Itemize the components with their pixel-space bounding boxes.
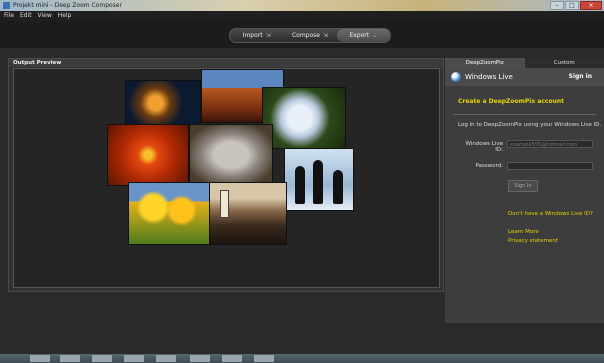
- password-field[interactable]: [507, 162, 593, 170]
- koala-photo[interactable]: [189, 124, 273, 186]
- sign-in-link[interactable]: Sign in: [569, 68, 592, 86]
- hydrangeas-photo[interactable]: [262, 87, 346, 149]
- export-mode-button[interactable]: Export ⌄: [336, 29, 390, 42]
- lighthouse-photo[interactable]: [209, 182, 287, 245]
- menu-edit[interactable]: Edit: [20, 12, 32, 19]
- app-icon: [3, 2, 10, 9]
- minimize-icon[interactable]: –: [550, 1, 564, 10]
- menu-file[interactable]: File: [4, 12, 14, 19]
- sign-in-button[interactable]: Sign In: [508, 180, 538, 192]
- window-titlebar: Projekt mini - Deep Zoom Composer – □ ×: [0, 0, 604, 11]
- import-icon: ⇲: [265, 32, 271, 39]
- chrysanthemum-photo[interactable]: [107, 124, 189, 186]
- taskbar-item[interactable]: [30, 355, 50, 362]
- compose-mode-button[interactable]: Compose ⇲: [283, 29, 336, 42]
- window-title: Projekt mini - Deep Zoom Composer: [13, 2, 122, 9]
- tab-deepzoompix[interactable]: DeepZoomPix: [445, 58, 525, 68]
- maximize-icon[interactable]: □: [565, 1, 579, 10]
- output-preview-header: Output Preview: [9, 59, 443, 67]
- close-icon[interactable]: ×: [580, 1, 602, 10]
- windows-live-bar: Windows Live Sign in: [445, 68, 604, 86]
- jellyfish-photo[interactable]: [125, 80, 201, 126]
- menu-view[interactable]: View: [38, 12, 52, 19]
- preview-canvas[interactable]: [13, 68, 440, 288]
- menu-help[interactable]: Help: [58, 12, 72, 19]
- window-controls: – □ ×: [550, 1, 602, 10]
- no-windows-live-id-link[interactable]: Don't have a Windows Live ID?: [508, 211, 593, 217]
- mode-switcher: Import ⇲ Compose ⇲ Export ⌄: [229, 28, 391, 43]
- windows-live-brand: Windows Live: [465, 73, 513, 81]
- windows-live-logo-icon: [451, 72, 461, 82]
- menubar: File Edit View Help: [0, 11, 604, 21]
- create-account-link[interactable]: Create a DeepZoomPix account: [458, 98, 564, 105]
- taskbar-item[interactable]: [254, 355, 274, 362]
- learn-more-link[interactable]: Learn More: [508, 229, 539, 235]
- publish-panel: DeepZoomPix Custom Windows Live Sign in …: [445, 58, 604, 323]
- tab-custom[interactable]: Custom: [524, 58, 604, 68]
- password-label: Password:: [475, 163, 503, 169]
- login-description: Log in to DeepZoomPix using your Windows…: [458, 122, 602, 128]
- taskbar-item[interactable]: [156, 355, 176, 362]
- windows-live-id-field[interactable]: example555@hotmail.com: [507, 140, 593, 148]
- taskbar-item[interactable]: [222, 355, 242, 362]
- taskbar: [0, 354, 604, 363]
- privacy-statement-link[interactable]: Privacy statement: [508, 238, 558, 244]
- output-preview-panel: Output Preview: [8, 58, 444, 292]
- import-mode-button[interactable]: Import ⇲: [230, 29, 283, 42]
- windows-live-id-placeholder: example555@hotmail.com: [510, 142, 578, 148]
- publish-tabs: DeepZoomPix Custom: [445, 58, 604, 68]
- penguins-photo[interactable]: [284, 148, 354, 211]
- chevron-down-icon: ⌄: [372, 32, 378, 39]
- windows-live-id-label: Windows Live ID:: [465, 141, 503, 153]
- taskbar-item[interactable]: [124, 355, 144, 362]
- divider: [453, 114, 596, 115]
- compose-icon: ⇲: [322, 32, 329, 39]
- taskbar-item[interactable]: [190, 355, 210, 362]
- taskbar-item[interactable]: [60, 355, 80, 362]
- taskbar-item[interactable]: [92, 355, 112, 362]
- tulips-photo[interactable]: [128, 182, 211, 245]
